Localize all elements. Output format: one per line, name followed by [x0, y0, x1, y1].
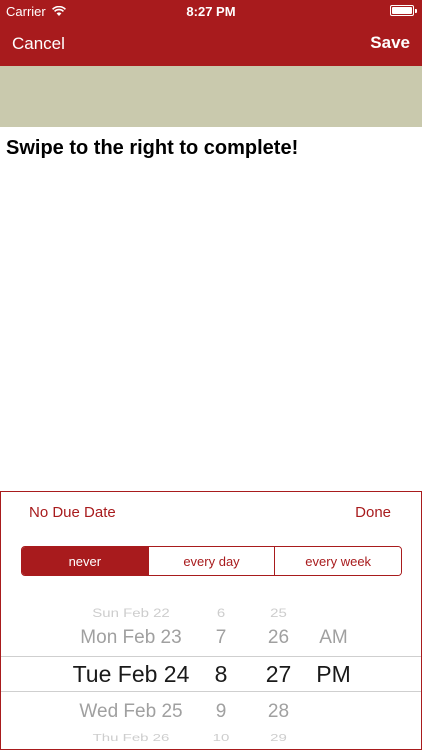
repeat-every-day-segment[interactable]: every day	[147, 547, 275, 575]
cancel-button[interactable]: Cancel	[12, 34, 65, 54]
picker-hour[interactable]: 6	[201, 603, 241, 625]
picker-minute[interactable]: 28	[256, 698, 301, 726]
picker-minute[interactable]: 25	[256, 603, 301, 625]
picker-date[interactable]: Tue Feb 24	[41, 660, 221, 688]
picker-row-selected: Tue Feb 24 8 27 PM	[1, 660, 421, 688]
picker-row: Wed Feb 25 9 28	[1, 698, 421, 726]
color-banner	[0, 66, 422, 127]
picker-date[interactable]: Wed Feb 25	[41, 698, 221, 726]
done-button[interactable]: Done	[355, 504, 391, 521]
picker-hour[interactable]: 9	[201, 698, 241, 726]
picker-row: Mon Feb 23 7 26 AM	[1, 624, 421, 652]
nav-bar: Cancel Save	[0, 22, 422, 66]
repeat-segmented-control: never every day every week	[21, 546, 402, 576]
picker-hour[interactable]: 10	[201, 728, 241, 748]
status-bar: Carrier 8:27 PM	[0, 0, 422, 22]
save-button[interactable]: Save	[370, 33, 410, 53]
picker-minute[interactable]: 27	[256, 660, 301, 688]
picker-minute[interactable]: 26	[256, 624, 301, 652]
picker-date[interactable]: Sun Feb 22	[41, 603, 221, 625]
battery-icon	[390, 5, 417, 16]
task-title[interactable]: Swipe to the right to complete!	[6, 137, 416, 160]
status-time: 8:27 PM	[186, 4, 236, 19]
picker-ampm[interactable]: AM	[311, 624, 356, 652]
picker-minute[interactable]: 29	[256, 728, 301, 748]
picker-hour[interactable]: 7	[201, 624, 241, 652]
picker-hour[interactable]: 8	[201, 660, 241, 688]
picker-row: Thu Feb 26 10 29	[1, 724, 421, 749]
no-due-date-button[interactable]: No Due Date	[29, 504, 116, 521]
picker-date[interactable]: Thu Feb 26	[41, 728, 221, 748]
picker-ampm[interactable]: PM	[311, 660, 356, 688]
repeat-every-week-segment[interactable]: every week	[274, 547, 401, 575]
due-date-sheet: No Due Date Done never every day every w…	[0, 491, 422, 750]
date-time-picker[interactable]: Sun Feb 22 6 25 Mon Feb 23 7 26 AM Tue F…	[1, 600, 421, 749]
picker-date[interactable]: Mon Feb 23	[41, 624, 221, 652]
repeat-never-segment[interactable]: never	[22, 547, 148, 575]
